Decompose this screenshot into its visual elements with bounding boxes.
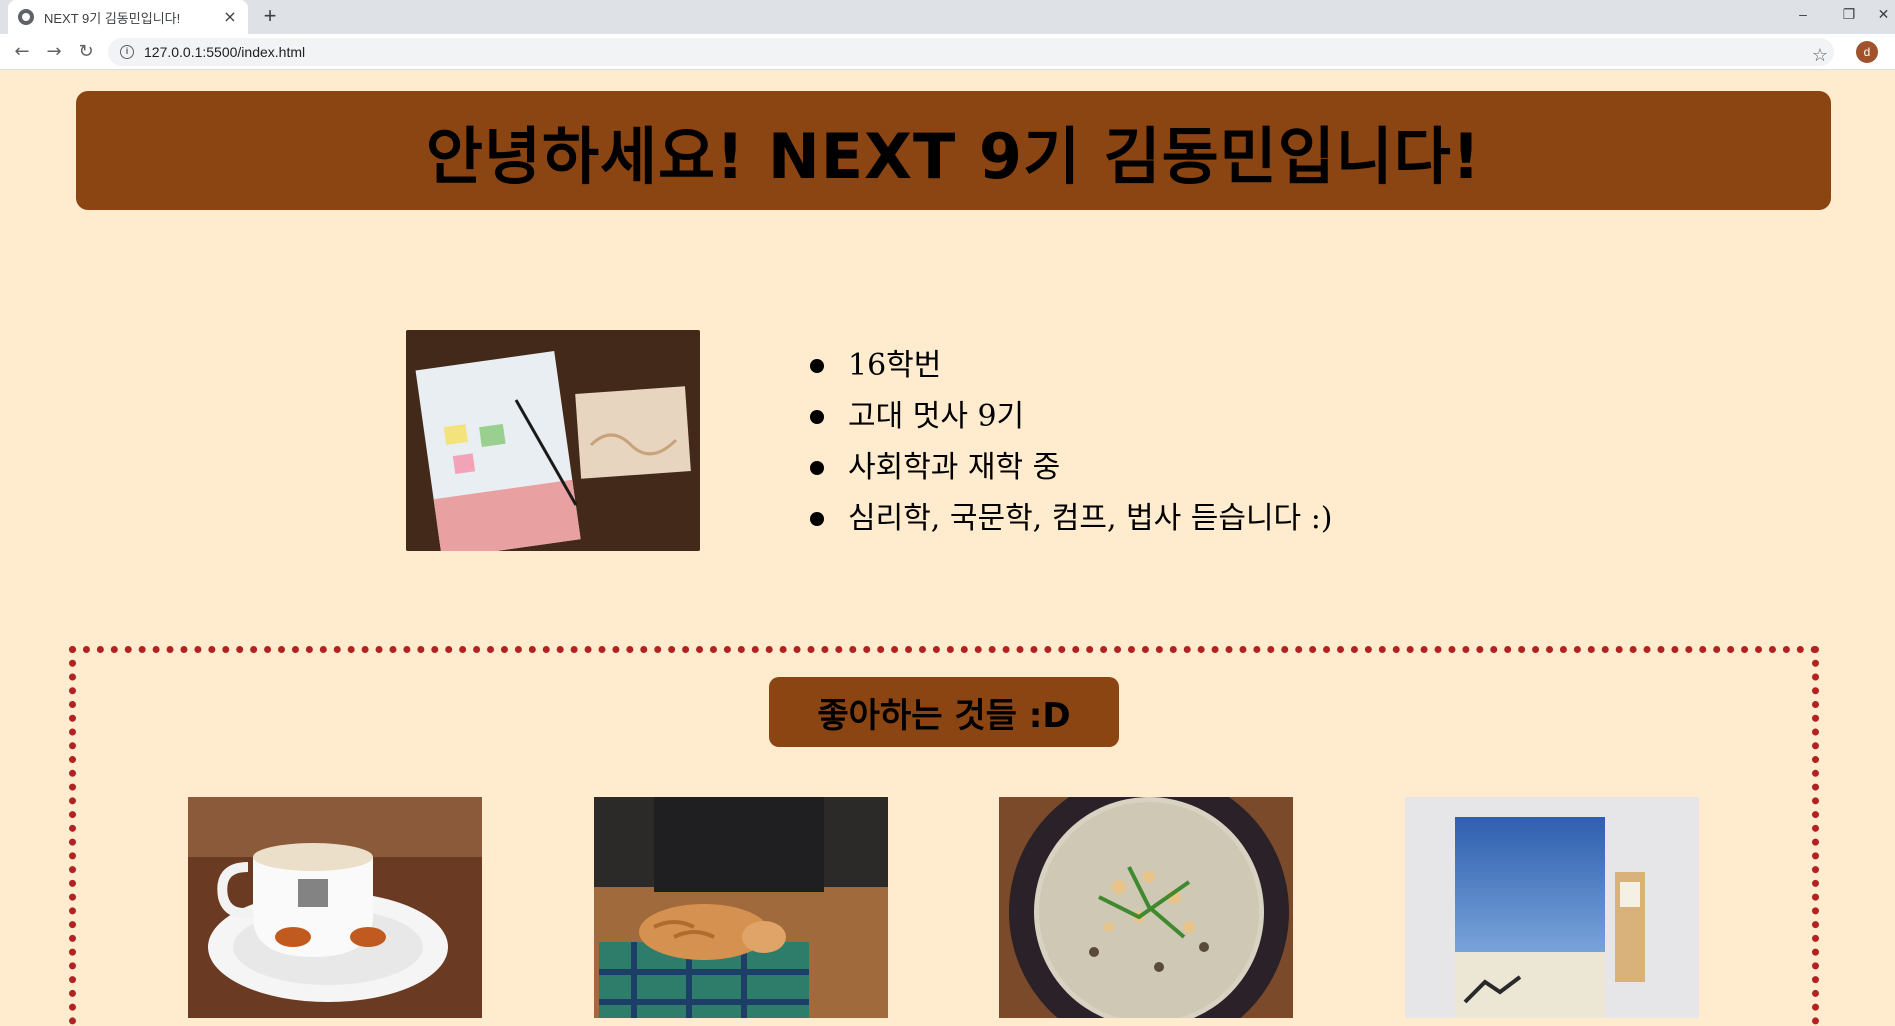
bullet-icon <box>810 511 824 526</box>
bookmark-star-icon[interactable]: ☆ <box>1806 42 1834 70</box>
list-item: 16학번 <box>810 340 1333 391</box>
bullet-icon <box>810 409 824 424</box>
list-item: 심리학, 국문학, 컴프, 법사 듣습니다 :) <box>810 493 1333 544</box>
tab-strip: NEXT 9기 김동민입니다! × + – ❐ ✕ <box>0 0 1895 34</box>
page-viewport: 안녕하세요! NEXT 9기 김동민입니다! 16학번 고대 멋사 9기 사회학… <box>0 70 1895 1026</box>
book-photo <box>1405 797 1699 1018</box>
profile-avatar[interactable]: d <box>1856 41 1878 63</box>
list-item: 사회학과 재학 중 <box>810 442 1333 493</box>
intro-text: 고대 멋사 9기 <box>848 399 1025 434</box>
tab-close-button[interactable]: × <box>222 9 238 25</box>
new-tab-button[interactable]: + <box>258 5 282 29</box>
intro-text: 16학번 <box>848 348 942 383</box>
globe-icon <box>18 9 34 25</box>
likes-title: 좋아하는 것들 :D <box>817 695 1071 736</box>
coffee-photo <box>188 797 482 1018</box>
cat-photo <box>594 797 888 1018</box>
back-button[interactable]: ← <box>10 40 34 64</box>
minimize-button[interactable]: – <box>1780 0 1826 30</box>
profile-photo <box>406 330 700 551</box>
header-banner: 안녕하세요! NEXT 9기 김동민입니다! <box>76 91 1831 210</box>
intro-list: 16학번 고대 멋사 9기 사회학과 재학 중 심리학, 국문학, 컴프, 법사… <box>810 340 1333 544</box>
restore-button[interactable]: ❐ <box>1826 0 1872 30</box>
intro-text: 사회학과 재학 중 <box>848 450 1061 485</box>
tab-title: NEXT 9기 김동민입니다! <box>44 10 181 26</box>
bullet-icon <box>810 358 824 373</box>
close-window-button[interactable]: ✕ <box>1872 0 1895 30</box>
page-title: 안녕하세요! NEXT 9기 김동민입니다! <box>425 119 1482 193</box>
url-text[interactable]: 127.0.0.1:5500/index.html <box>144 44 305 60</box>
intro-text: 심리학, 국문학, 컴프, 법사 듣습니다 :) <box>848 501 1333 536</box>
likes-title-box: 좋아하는 것들 :D <box>769 677 1119 747</box>
browser-tab[interactable]: NEXT 9기 김동민입니다! × <box>8 0 248 34</box>
address-bar[interactable]: i 127.0.0.1:5500/index.html ☆ <box>108 38 1834 66</box>
info-icon[interactable]: i <box>120 45 134 59</box>
reload-button[interactable]: ↻ <box>74 40 98 64</box>
soup-photo <box>999 797 1293 1018</box>
bullet-icon <box>810 460 824 475</box>
list-item: 고대 멋사 9기 <box>810 391 1333 442</box>
browser-toolbar: ← → ↻ i 127.0.0.1:5500/index.html ☆ d <box>0 34 1895 70</box>
forward-button[interactable]: → <box>42 40 66 64</box>
